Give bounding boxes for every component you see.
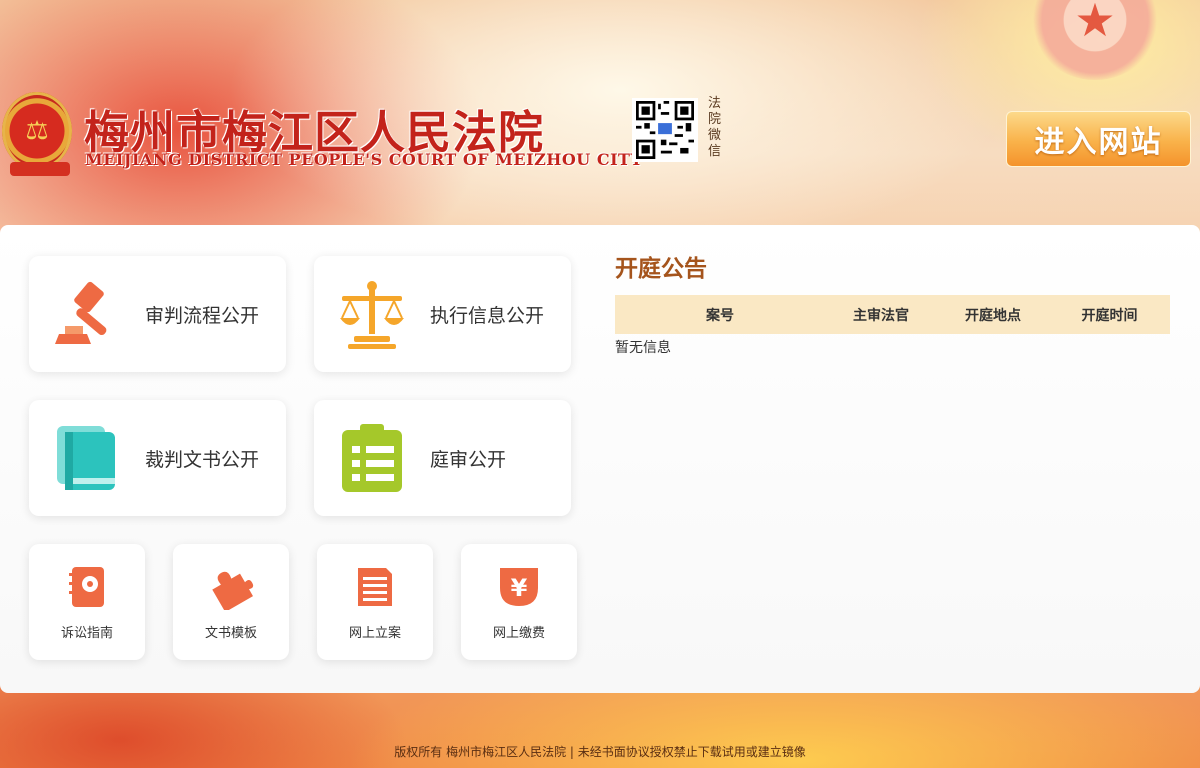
- header-banner: ★ ⚖ 梅州市梅江区人民法院 MEIJIANG DISTRICT PEOPLE'…: [0, 0, 1200, 225]
- hearing-notice-title: 开庭公告: [615, 256, 707, 282]
- qr-code-icon: [636, 101, 694, 159]
- online-filing-card[interactable]: 网上立案: [317, 544, 433, 660]
- document-lines-icon: [352, 564, 398, 610]
- empty-state-text: 暂无信息: [615, 340, 671, 356]
- col-hearing-location: 开庭地点: [937, 295, 1049, 334]
- online-payment-card[interactable]: ¥ 网上缴费: [461, 544, 577, 660]
- footer-copyright: 版权所有 梅州市梅江区人民法院 | 未经书面协议授权禁止下载试用或建立镜像: [394, 745, 806, 759]
- trial-process-card[interactable]: 审判流程公开: [29, 256, 286, 372]
- clipboard-list-icon: [336, 422, 408, 494]
- online-payment-label: 网上缴费: [492, 625, 545, 641]
- online-filing-label: 网上立案: [348, 625, 401, 641]
- col-hearing-time: 开庭时间: [1049, 295, 1170, 334]
- trial-process-label: 审判流程公开: [145, 304, 260, 327]
- puzzle-icon: [208, 564, 254, 612]
- judgment-docs-card[interactable]: 裁判文书公开: [29, 400, 286, 516]
- court-hearing-label: 庭审公开: [430, 448, 507, 471]
- book-icon: [51, 422, 123, 494]
- star-medal-icon: ★: [1030, 0, 1160, 80]
- gavel-icon: [51, 278, 123, 350]
- hearing-notice-table: 案号 主审法官 开庭地点 开庭时间: [615, 295, 1170, 334]
- document-template-label: 文书模板: [204, 625, 257, 641]
- litigation-guide-label: 诉讼指南: [60, 625, 113, 641]
- col-case-number: 案号: [615, 295, 825, 334]
- judgment-docs-label: 裁判文书公开: [145, 448, 260, 471]
- main-panel: 审判流程公开 执行信息公开 裁判文书公开 庭审公开 诉讼指南 文书模板 网上立案…: [0, 225, 1200, 693]
- qr-label: 法院微信: [708, 96, 722, 159]
- litigation-guide-card[interactable]: 诉讼指南: [29, 544, 145, 660]
- scales-icon: [336, 278, 408, 350]
- svg-text:¥: ¥: [511, 574, 528, 602]
- wechat-qr-code: [632, 98, 698, 162]
- enter-website-button[interactable]: 进入网站: [1006, 111, 1191, 167]
- table-header-row: 案号 主审法官 开庭地点 开庭时间: [615, 295, 1170, 334]
- yen-icon: ¥: [496, 564, 542, 610]
- execution-info-label: 执行信息公开: [430, 304, 545, 327]
- site-subtitle: MEIJIANG DISTRICT PEOPLE'S COURT OF MEIZ…: [85, 150, 643, 169]
- guide-book-icon: [64, 564, 110, 610]
- col-presiding-judge: 主审法官: [825, 295, 937, 334]
- execution-info-card[interactable]: 执行信息公开: [314, 256, 571, 372]
- court-emblem-icon: ⚖: [2, 92, 72, 176]
- court-hearing-card[interactable]: 庭审公开: [314, 400, 571, 516]
- document-template-card[interactable]: 文书模板: [173, 544, 289, 660]
